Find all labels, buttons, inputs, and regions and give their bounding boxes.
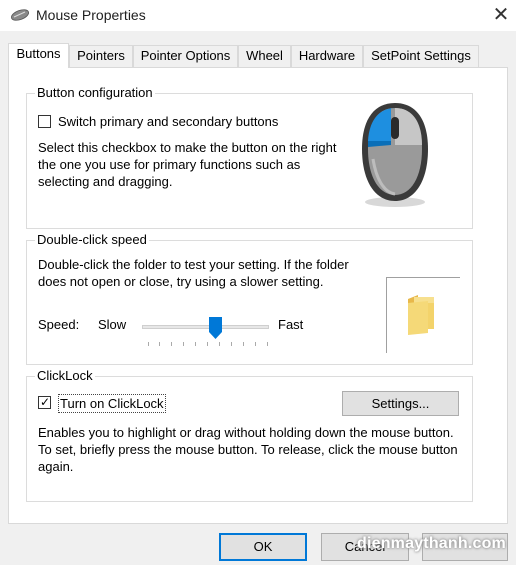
tab-label: Buttons xyxy=(16,46,61,61)
speed-slider-thumb[interactable] xyxy=(209,317,222,339)
tab-label: SetPoint Settings xyxy=(371,48,471,63)
tab-label: Wheel xyxy=(246,48,283,63)
slider-track[interactable] xyxy=(142,325,269,329)
fast-label: Fast xyxy=(278,317,304,332)
clicklock-checkbox[interactable]: ✓ xyxy=(38,395,51,409)
slider-tick xyxy=(171,342,172,346)
clicklock-description: Enables you to highlight or drag without… xyxy=(38,425,458,474)
tab-pointer-options[interactable]: Pointer Options xyxy=(133,45,238,67)
slider-tick xyxy=(243,342,244,346)
test-folder-area[interactable] xyxy=(386,277,460,353)
window-title: Mouse Properties xyxy=(36,7,146,23)
folder-icon[interactable] xyxy=(404,293,440,335)
slider-tick xyxy=(267,342,268,346)
group-heading: Double-click speed xyxy=(35,232,149,248)
tab-label: Pointers xyxy=(77,48,125,63)
mouse-icon xyxy=(11,9,29,21)
slider-tick xyxy=(159,342,160,346)
tab-buttons[interactable]: Buttons xyxy=(8,43,69,68)
tab-label: Pointer Options xyxy=(140,48,231,63)
clicklock-label[interactable]: Turn on ClickLock xyxy=(58,394,166,413)
dialog-frame: Buttons Pointers Pointer Options Wheel H… xyxy=(0,31,516,565)
tab-wheel[interactable]: Wheel xyxy=(238,45,291,67)
slider-tick xyxy=(195,342,196,346)
switch-buttons-label[interactable]: Switch primary and secondary buttons xyxy=(58,113,278,130)
ok-button[interactable]: OK xyxy=(219,533,307,561)
slider-tick xyxy=(231,342,232,346)
title-bar: Mouse Properties ✕ xyxy=(0,0,516,31)
switch-buttons-checkbox[interactable] xyxy=(38,115,51,128)
group-heading: Button configuration xyxy=(35,85,155,101)
clicklock-settings-button[interactable]: Settings... xyxy=(342,391,459,416)
speed-label: Speed: xyxy=(38,317,80,332)
watermark: dienmaythanh.com xyxy=(356,535,506,552)
button-config-description: Select this checkbox to make the button … xyxy=(38,140,337,189)
tab-label: Hardware xyxy=(298,48,356,63)
slow-label: Slow xyxy=(98,317,127,332)
close-icon[interactable]: ✕ xyxy=(486,0,516,30)
tab-pointers[interactable]: Pointers xyxy=(69,45,133,67)
double-click-description: Double-click the folder to test your set… xyxy=(38,257,349,289)
tab-setpoint-settings[interactable]: SetPoint Settings xyxy=(363,45,479,67)
slider-tick xyxy=(207,342,208,346)
button-configuration-group: Button configuration Switch primary and … xyxy=(26,85,473,229)
mouse-illustration xyxy=(362,103,428,207)
checkmark-icon: ✓ xyxy=(40,395,51,409)
slider-tick xyxy=(148,342,149,346)
slider-tick xyxy=(255,342,256,346)
clicklock-group: ClickLock ✓ Turn on ClickLock Settings..… xyxy=(26,368,473,502)
group-heading: ClickLock xyxy=(35,368,95,384)
slider-tick xyxy=(183,342,184,346)
slider-tick xyxy=(219,342,220,346)
tab-page-buttons: Button configuration Switch primary and … xyxy=(8,67,508,524)
double-click-speed-group: Double-click speed Double-click the fold… xyxy=(26,232,473,365)
tab-hardware[interactable]: Hardware xyxy=(291,45,363,67)
